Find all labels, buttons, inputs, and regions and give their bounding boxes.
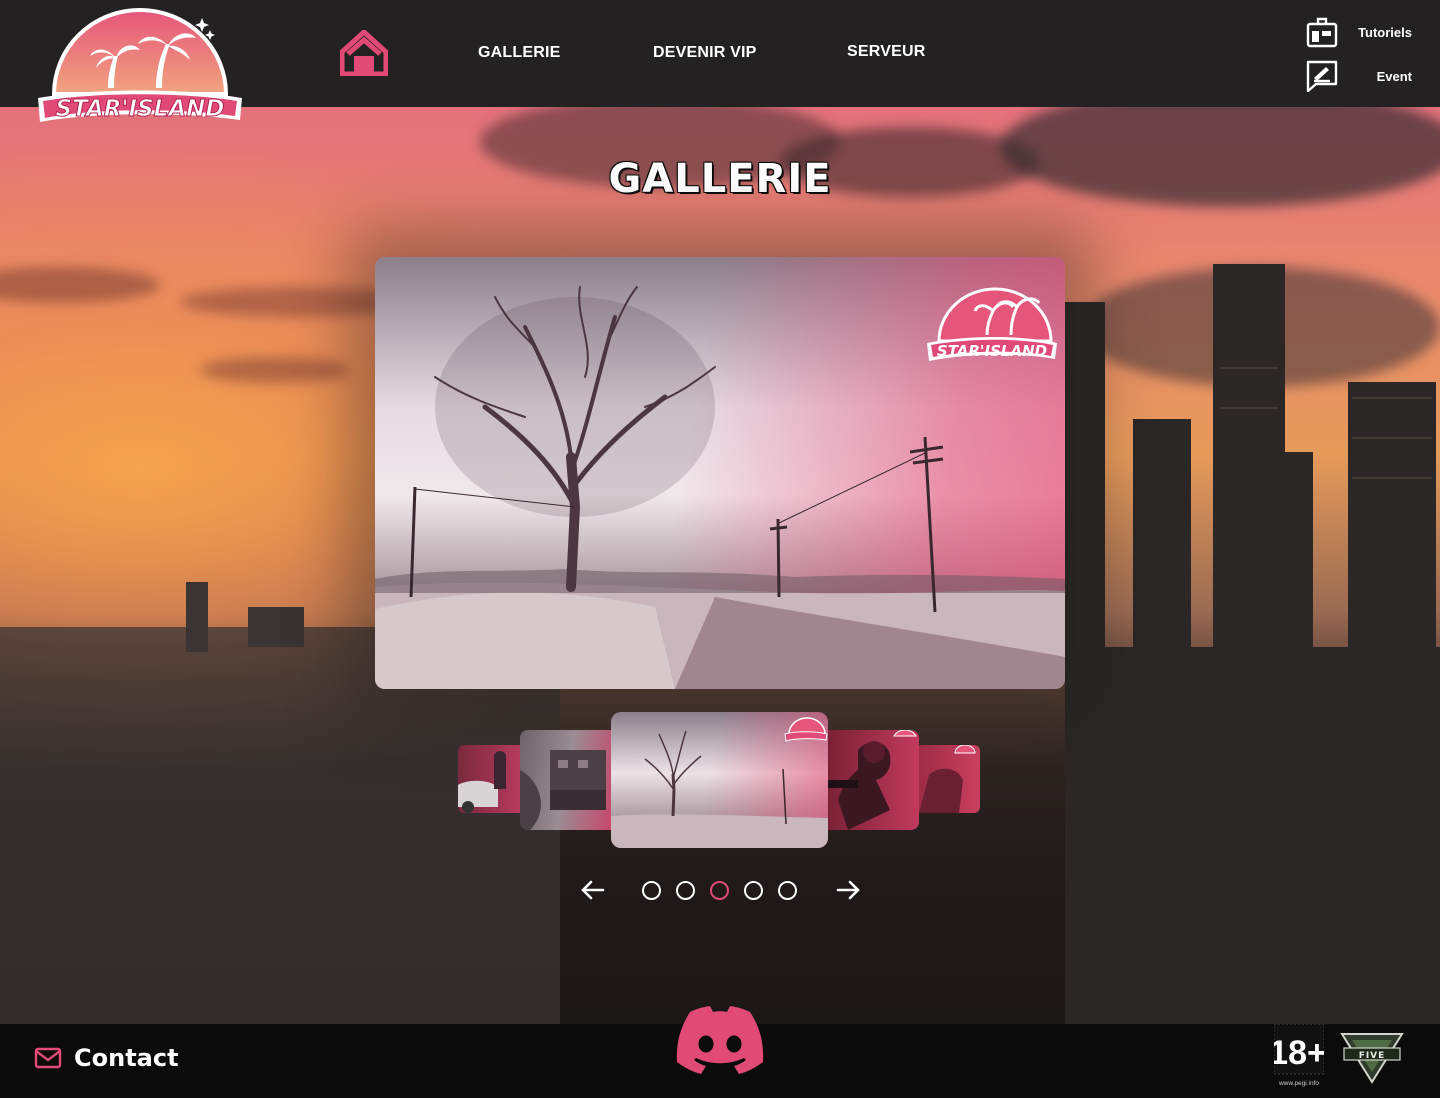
tutoriels-link[interactable]: Tutoriels — [1306, 16, 1412, 48]
discord-icon[interactable] — [676, 1004, 764, 1076]
pegi-url: www.pegi.info — [1278, 1080, 1319, 1087]
gallery-thumbnail-2[interactable] — [520, 730, 611, 830]
pegi-18-badge: 18+ www.pegi.info — [1269, 1023, 1327, 1088]
gallery-thumbnail-3[interactable] — [611, 712, 828, 848]
next-arrow-icon[interactable] — [834, 876, 862, 904]
home-icon[interactable] — [339, 29, 389, 77]
event-link[interactable]: Event — [1306, 60, 1412, 92]
watermark-text: STAR'ISLAND — [937, 342, 1047, 360]
dashboard-icon — [1306, 17, 1338, 48]
nav-serveur-link[interactable]: SERVEUR — [847, 43, 925, 61]
edit-note-icon — [1306, 60, 1338, 92]
carousel-dot-2[interactable] — [676, 881, 695, 900]
carousel-dot-5[interactable] — [778, 881, 797, 900]
gallery-thumbnail-5[interactable] — [919, 745, 980, 813]
previous-arrow-icon[interactable] — [579, 876, 607, 904]
nav-gallerie-link[interactable]: GALLERIE — [478, 44, 561, 62]
logo-text: STAR'ISLAND — [56, 96, 225, 122]
carousel-dot-3[interactable] — [710, 881, 729, 900]
gallery-thumbnail-4[interactable] — [828, 730, 919, 830]
event-label: Event — [1376, 68, 1412, 84]
contact-link[interactable]: Contact — [34, 1044, 179, 1072]
star-island-logo[interactable]: STAR'ISLAND — [34, 8, 246, 130]
carousel-dot-4[interactable] — [744, 881, 763, 900]
gallery-thumbnail-1[interactable] — [458, 745, 520, 813]
mail-icon — [34, 1047, 62, 1069]
pegi-rating: 18+ — [1274, 1034, 1324, 1072]
contact-label: Contact — [74, 1044, 179, 1072]
game-logo-text: FIVE — [1359, 1051, 1386, 1061]
tutoriels-label: Tutoriels — [1358, 24, 1412, 40]
nav-devenir-vip-link[interactable]: DEVENIR VIP — [653, 44, 757, 62]
gta-five-logo: FIVE — [1340, 1032, 1404, 1084]
gallery-main-image[interactable]: STAR'ISLAND — [375, 257, 1065, 689]
page-title: GALLERIE — [608, 156, 832, 202]
carousel-dot-1[interactable] — [642, 881, 661, 900]
